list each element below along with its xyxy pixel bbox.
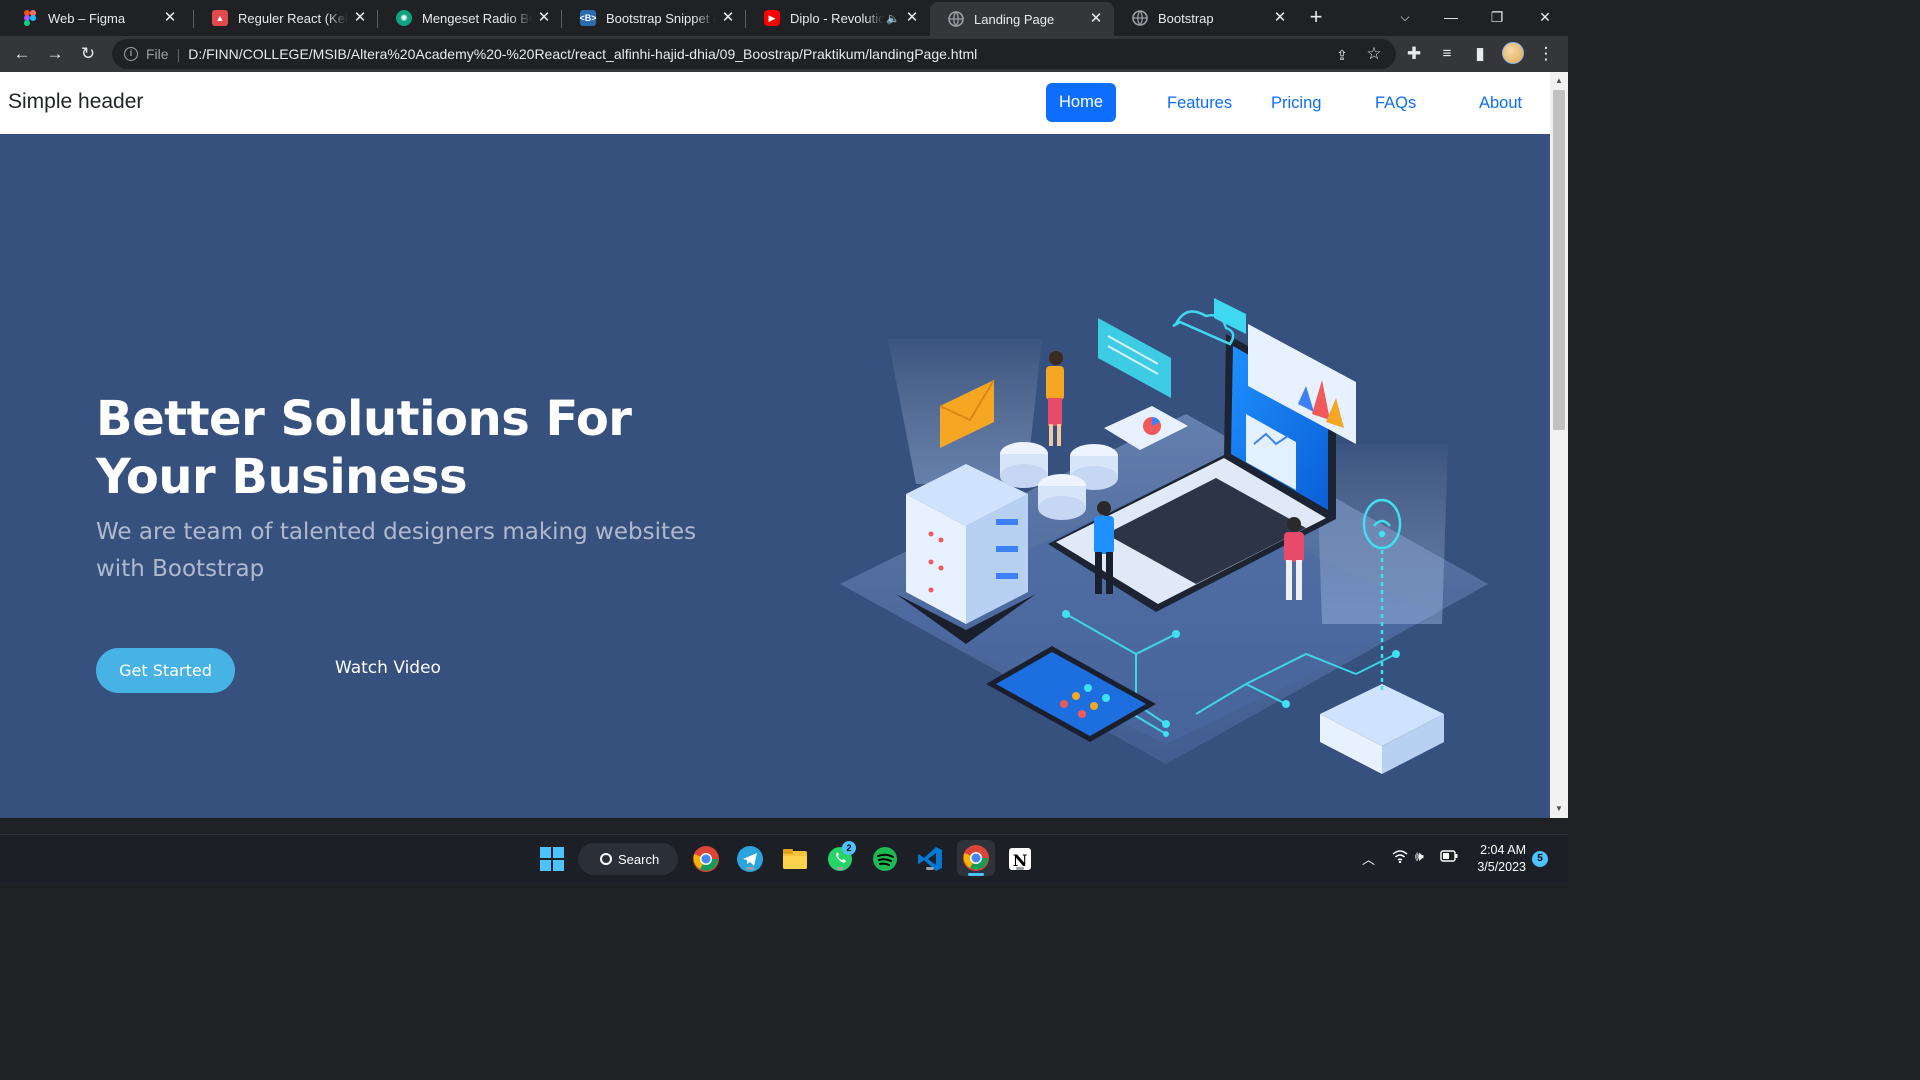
- server-rack-right: [1320, 684, 1444, 774]
- tab-title: Web – Figma: [48, 10, 126, 26]
- search-icon: [600, 853, 612, 865]
- profile-avatar[interactable]: [1502, 42, 1524, 64]
- hero-illustration: [840, 298, 1488, 774]
- tab-title: Mengeset Radio Butto: [422, 10, 532, 26]
- tab-search-chevron-icon[interactable]: ⌵: [1390, 4, 1420, 30]
- system-clock[interactable]: 2:04 AM 3/5/2023: [1470, 842, 1526, 876]
- tab-diplo[interactable]: ▶ Diplo - Revolution 🔈 ✕: [746, 2, 930, 34]
- nav-home[interactable]: Home: [1046, 83, 1117, 122]
- tab-bootstrap-snippet[interactable]: <B> Bootstrap Snippet con ✕: [562, 2, 746, 34]
- page-viewport: Simple header Home Features Pricing FAQs…: [0, 72, 1568, 818]
- close-icon[interactable]: ✕: [904, 10, 920, 26]
- nav-features[interactable]: Features: [1167, 94, 1232, 113]
- tab-title: Bootstrap Snippet con: [606, 10, 716, 26]
- tab-title: Diplo - Revolution: [790, 10, 885, 26]
- nav-about[interactable]: About: [1479, 94, 1522, 113]
- taskbar-search[interactable]: Search: [578, 843, 678, 875]
- address-bar[interactable]: i File | D:/FINN/COLLEGE/MSIB/Altera%20A…: [112, 39, 1396, 69]
- vscode-icon[interactable]: [916, 845, 944, 873]
- tab-radio-button[interactable]: ✺ Mengeset Radio Butto ✕: [378, 2, 562, 34]
- close-icon[interactable]: ✕: [720, 10, 736, 26]
- tab-title: Reguler React (Kelas A: [238, 10, 348, 26]
- wifi-icon[interactable]: [1392, 849, 1408, 866]
- close-icon[interactable]: ✕: [1088, 11, 1104, 27]
- forward-arrow-icon[interactable]: →: [43, 42, 67, 66]
- restore-button[interactable]: ❐: [1482, 4, 1512, 30]
- nav-pricing[interactable]: Pricing: [1271, 94, 1321, 113]
- figma-icon: [22, 10, 38, 26]
- windows-start-icon[interactable]: [538, 845, 566, 873]
- youtube-icon: ▶: [764, 10, 780, 26]
- notion-icon[interactable]: N: [1006, 845, 1034, 873]
- scroll-up-arrow-icon[interactable]: ▲: [1550, 74, 1568, 88]
- chrome-icon-active[interactable]: [957, 840, 995, 876]
- bookmark-star-icon[interactable]: ☆: [1362, 42, 1386, 66]
- extensions-puzzle-icon[interactable]: ✚: [1402, 42, 1426, 66]
- browser-tab-strip: Web – Figma ✕ ▲ Reguler React (Kelas A ✕…: [0, 0, 1568, 36]
- menu-kebab-icon[interactable]: ⋮: [1534, 42, 1558, 66]
- close-icon[interactable]: ✕: [1272, 10, 1288, 26]
- tray-chevron-up-icon[interactable]: ︿: [1362, 849, 1375, 868]
- tab-reguler-react[interactable]: ▲ Reguler React (Kelas A ✕: [194, 2, 378, 34]
- tab-landing-page[interactable]: Landing Page ✕: [930, 2, 1114, 36]
- clock-time: 2:04 AM: [1480, 843, 1526, 857]
- search-label: Search: [618, 851, 660, 867]
- site-brand[interactable]: Simple header: [8, 90, 143, 114]
- scroll-down-arrow-icon[interactable]: ▼: [1550, 802, 1568, 816]
- globe-icon: [948, 11, 964, 27]
- scheme-label: File: [146, 46, 169, 62]
- hero-subtitle: We are team of talented designers making…: [96, 519, 697, 582]
- running-indicator: [926, 867, 934, 870]
- close-icon[interactable]: ✕: [536, 10, 552, 26]
- chrome-icon[interactable]: [692, 845, 720, 873]
- new-tab-button[interactable]: +: [1304, 6, 1328, 30]
- vertical-scrollbar[interactable]: ▲ ▼: [1550, 72, 1568, 818]
- notification-count-badge[interactable]: 5: [1532, 851, 1548, 867]
- site-navbar: Simple header Home Features Pricing FAQs…: [0, 72, 1550, 134]
- get-started-button[interactable]: Get Started: [96, 648, 235, 693]
- watch-video-link[interactable]: Watch Video: [335, 658, 441, 678]
- info-icon[interactable]: i: [124, 47, 138, 61]
- running-indicator: [836, 867, 844, 870]
- hero-title: Better Solutions For Your Business: [96, 391, 632, 505]
- whatsapp-icon[interactable]: 2: [826, 841, 856, 873]
- tab-bootstrap[interactable]: Bootstrap ✕: [1114, 2, 1298, 34]
- hero-section: Better Solutions For Your Business We ar…: [0, 134, 1550, 818]
- share-icon[interactable]: ⇪: [1330, 43, 1354, 67]
- floating-panel-cyan: [1098, 318, 1171, 398]
- side-panel-icon[interactable]: ▮: [1468, 42, 1492, 66]
- nav-faqs[interactable]: FAQs: [1375, 94, 1416, 113]
- active-indicator: [968, 873, 984, 876]
- window-close-button[interactable]: ✕: [1530, 4, 1560, 30]
- telegram-icon[interactable]: [736, 845, 764, 873]
- running-indicator: [1016, 867, 1024, 870]
- running-indicator: [746, 867, 754, 870]
- person-standing-top: [1046, 351, 1064, 446]
- battery-icon[interactable]: [1440, 850, 1458, 865]
- scroll-thumb[interactable]: [1553, 90, 1565, 430]
- back-arrow-icon[interactable]: ←: [10, 42, 34, 66]
- chatgpt-icon: ✺: [396, 10, 412, 26]
- globe-icon: [1132, 10, 1148, 26]
- speaker-icon[interactable]: 🔈: [886, 12, 900, 25]
- minimize-button[interactable]: —: [1436, 4, 1466, 30]
- close-icon[interactable]: ✕: [162, 10, 178, 26]
- url-text[interactable]: D:/FINN/COLLEGE/MSIB/Altera%20Academy%20…: [188, 46, 977, 62]
- volume-icon[interactable]: 🕪: [1415, 848, 1424, 865]
- close-icon[interactable]: ✕: [352, 10, 368, 26]
- divider: |: [176, 46, 181, 62]
- tab-title: Bootstrap: [1158, 10, 1214, 26]
- file-explorer-icon[interactable]: [781, 845, 809, 873]
- notification-badge: 2: [842, 841, 856, 855]
- browser-toolbar: ← → ↻ i File | D:/FINN/COLLEGE/MSIB/Alte…: [0, 36, 1568, 72]
- spotify-icon[interactable]: [871, 845, 899, 873]
- reload-icon[interactable]: ↻: [76, 42, 100, 66]
- windows-taskbar: Search 2 N ︿ 🕪 2:04 AM 3/5/2023 5: [0, 834, 1568, 882]
- bootstrap-snippet-icon: <B>: [580, 10, 597, 26]
- clock-date: 3/5/2023: [1477, 860, 1526, 874]
- tab-title: Landing Page: [974, 11, 1055, 27]
- media-queue-icon[interactable]: ≡: [1435, 42, 1459, 66]
- alterra-icon: ▲: [212, 10, 228, 26]
- tab-figma[interactable]: Web – Figma ✕: [4, 2, 188, 34]
